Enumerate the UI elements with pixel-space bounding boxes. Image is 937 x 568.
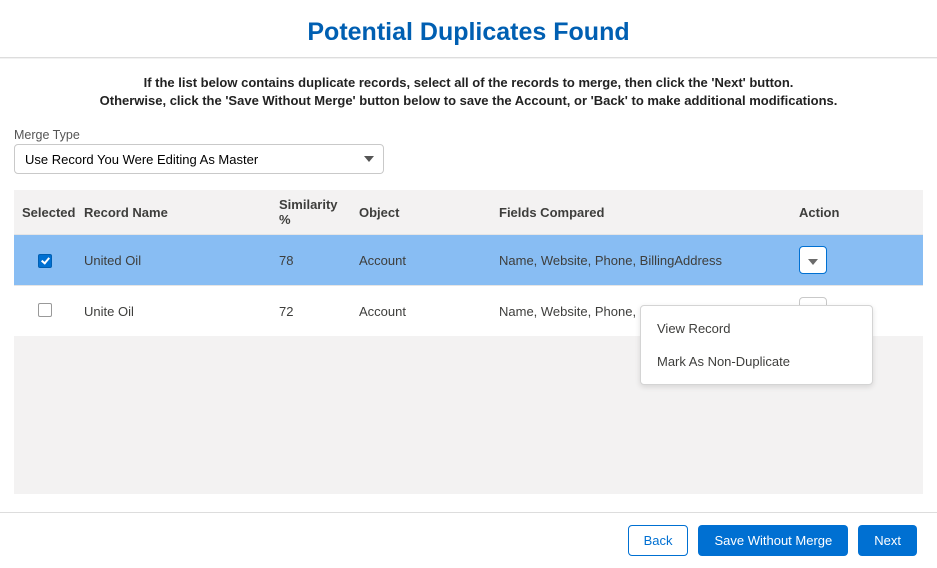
cell-selected [14, 235, 76, 286]
cell-similarity: 72 [271, 286, 351, 337]
row-action-button[interactable] [799, 246, 827, 274]
cell-object: Account [351, 286, 491, 337]
table-row: United Oil 78 Account Name, Website, Pho… [14, 235, 923, 286]
menu-item-view-record[interactable]: View Record [641, 312, 872, 345]
merge-type-select-wrap: Use Record You Were Editing As Master [14, 144, 384, 174]
instructions-line-2: Otherwise, click the 'Save Without Merge… [20, 92, 917, 110]
row-action-menu: View Record Mark As Non-Duplicate [640, 305, 873, 385]
col-record-name-header: Record Name [76, 190, 271, 235]
footer-actions: Back Save Without Merge Next [0, 513, 937, 568]
cell-similarity: 78 [271, 235, 351, 286]
merge-type-label: Merge Type [14, 128, 923, 142]
cell-record-name: United Oil [76, 235, 271, 286]
menu-item-mark-non-duplicate[interactable]: Mark As Non-Duplicate [641, 345, 872, 378]
cell-object: Account [351, 235, 491, 286]
row-checkbox[interactable] [38, 254, 52, 268]
cell-selected [14, 286, 76, 337]
col-selected-header: Selected [14, 190, 76, 235]
instructions-line-1: If the list below contains duplicate rec… [20, 74, 917, 92]
col-fields-compared-header: Fields Compared [491, 190, 791, 235]
back-button[interactable]: Back [628, 525, 689, 556]
merge-type-select[interactable]: Use Record You Were Editing As Master [14, 144, 384, 174]
merge-type-section: Merge Type Use Record You Were Editing A… [0, 120, 937, 178]
col-object-header: Object [351, 190, 491, 235]
row-checkbox[interactable] [38, 303, 52, 317]
col-action-header: Action [791, 190, 923, 235]
page-header: Potential Duplicates Found [0, 0, 937, 57]
page-title: Potential Duplicates Found [0, 18, 937, 47]
cell-record-name: Unite Oil [76, 286, 271, 337]
cell-fields: Name, Website, Phone, BillingAddress [491, 235, 791, 286]
col-similarity-header: Similarity % [271, 190, 351, 235]
chevron-down-icon [808, 253, 818, 268]
save-without-merge-button[interactable]: Save Without Merge [698, 525, 848, 556]
instructions-block: If the list below contains duplicate rec… [0, 58, 937, 120]
merge-type-selected-value: Use Record You Were Editing As Master [25, 152, 353, 167]
cell-action [791, 235, 923, 286]
table-header: Selected Record Name Similarity % Object… [14, 190, 923, 235]
next-button[interactable]: Next [858, 525, 917, 556]
